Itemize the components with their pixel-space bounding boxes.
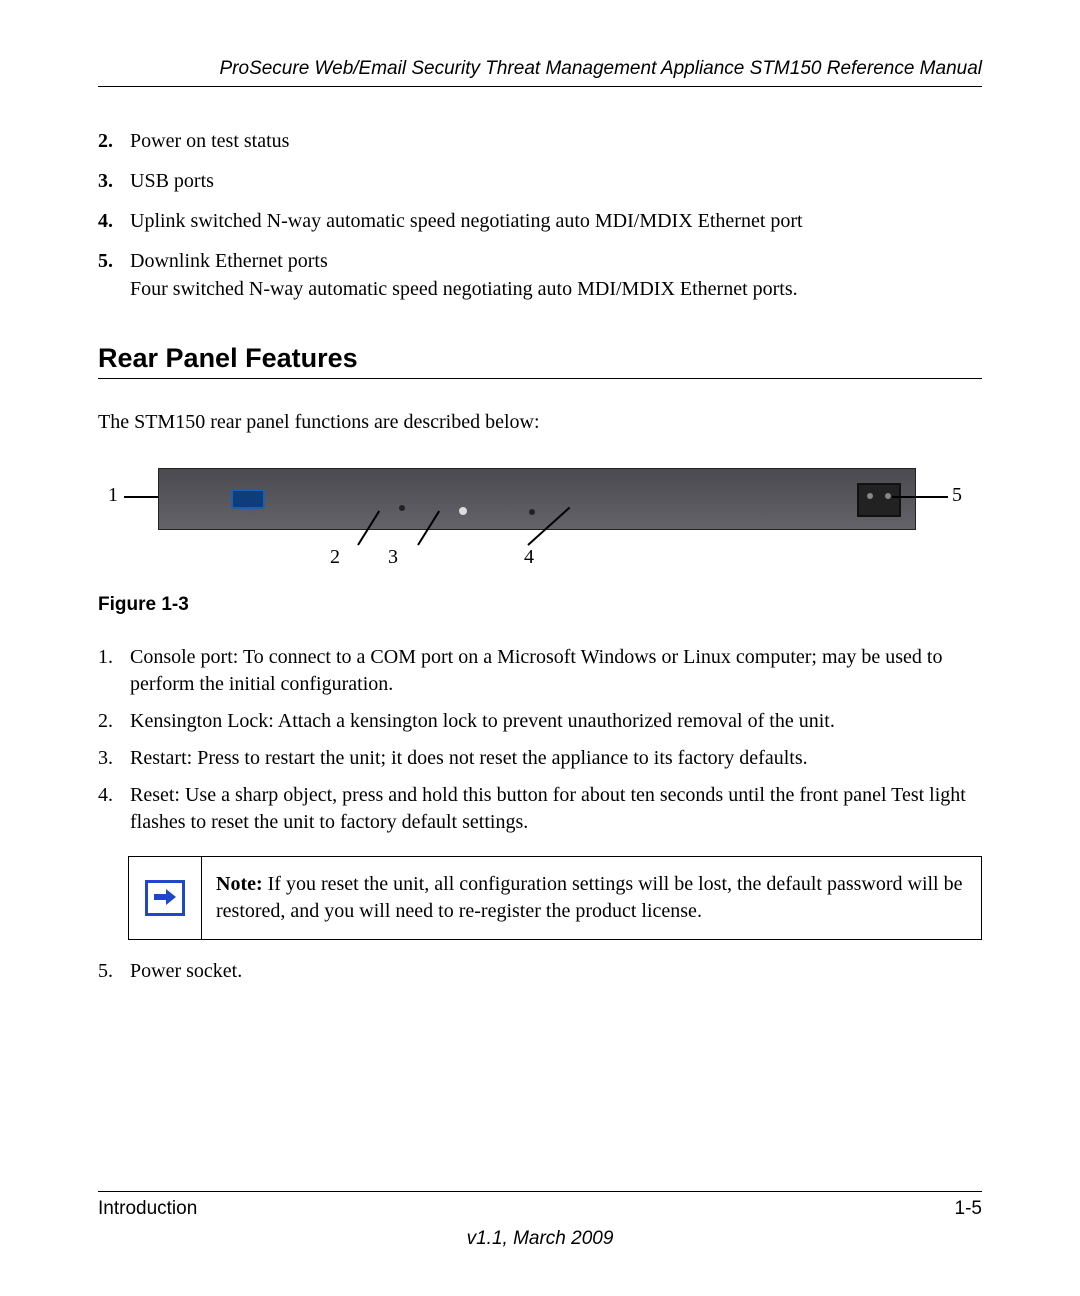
note-label: Note: [216,873,263,895]
rear-panel-description-list: 1. Console port: To connect to a COM por… [98,644,982,836]
list-item: 4. Uplink switched N-way automatic speed… [98,207,982,235]
list-item: 1. Console port: To connect to a COM por… [98,644,982,698]
footer-section: Introduction [98,1198,197,1220]
note-body: If you reset the unit, all configuration… [216,873,963,922]
list-text: Reset: Use a sharp object, press and hol… [130,782,982,836]
list-number: 1. [98,644,130,671]
rear-panel-figure: 1 5 2 3 4 [98,462,982,582]
list-text: Kensington Lock: Attach a kensington loc… [130,708,982,735]
figure-caption: Figure 1-3 [98,594,982,616]
page-footer: Introduction 1-5 v1.1, March 2009 [98,1191,982,1250]
note-box: Note: If you reset the unit, all configu… [128,856,982,940]
leader-line [892,496,948,498]
list-text: Downlink Ethernet ports Four switched N-… [130,247,982,303]
list-item: 2. Power on test status [98,127,982,155]
footer-version: v1.1, March 2009 [98,1228,982,1250]
list-number: 4. [98,782,130,809]
console-port-icon [231,489,265,509]
list-item: 3. USB ports [98,167,982,195]
power-socket-icon [857,483,901,517]
list-item: 2. Kensington Lock: Attach a kensington … [98,708,982,735]
lock-slot-icon [399,505,405,511]
list-text: USB ports [130,167,982,195]
running-header: ProSecure Web/Email Security Threat Mana… [98,58,982,87]
callout-2: 2 [330,546,340,569]
list-item: 5. Downlink Ethernet ports Four switched… [98,247,982,303]
footer-page-number: 1-5 [955,1198,982,1220]
list-text: Restart: Press to restart the unit; it d… [130,745,982,772]
list-number: 4. [98,207,130,235]
list-text: Power socket. [130,960,242,983]
list-text: Power on test status [130,127,982,155]
rear-panel-illustration [158,468,916,530]
list-number: 3. [98,745,130,772]
list-number: 3. [98,167,130,195]
list-number: 2. [98,127,130,155]
note-text: Note: If you reset the unit, all configu… [202,857,981,939]
list-item: 4. Reset: Use a sharp object, press and … [98,782,982,836]
list-number: 5. [98,960,130,983]
callout-5: 5 [952,484,962,507]
list-item: 5. Power socket. [98,960,982,983]
callout-3: 3 [388,546,398,569]
note-icon-cell [129,857,202,939]
reset-button-icon [529,509,535,515]
section-intro: The STM150 rear panel functions are desc… [98,411,982,434]
arrow-right-icon [145,880,185,916]
list-text: Uplink switched N-way automatic speed ne… [130,207,982,235]
section-heading: Rear Panel Features [98,343,982,379]
list-item: 3. Restart: Press to restart the unit; i… [98,745,982,772]
list-number: 2. [98,708,130,735]
list-number: 5. [98,247,130,275]
list-text: Console port: To connect to a COM port o… [130,644,982,698]
continued-feature-list: 2. Power on test status 3. USB ports 4. … [98,127,982,303]
callout-1: 1 [108,484,118,507]
restart-button-icon [459,507,467,515]
callout-4: 4 [524,546,534,569]
